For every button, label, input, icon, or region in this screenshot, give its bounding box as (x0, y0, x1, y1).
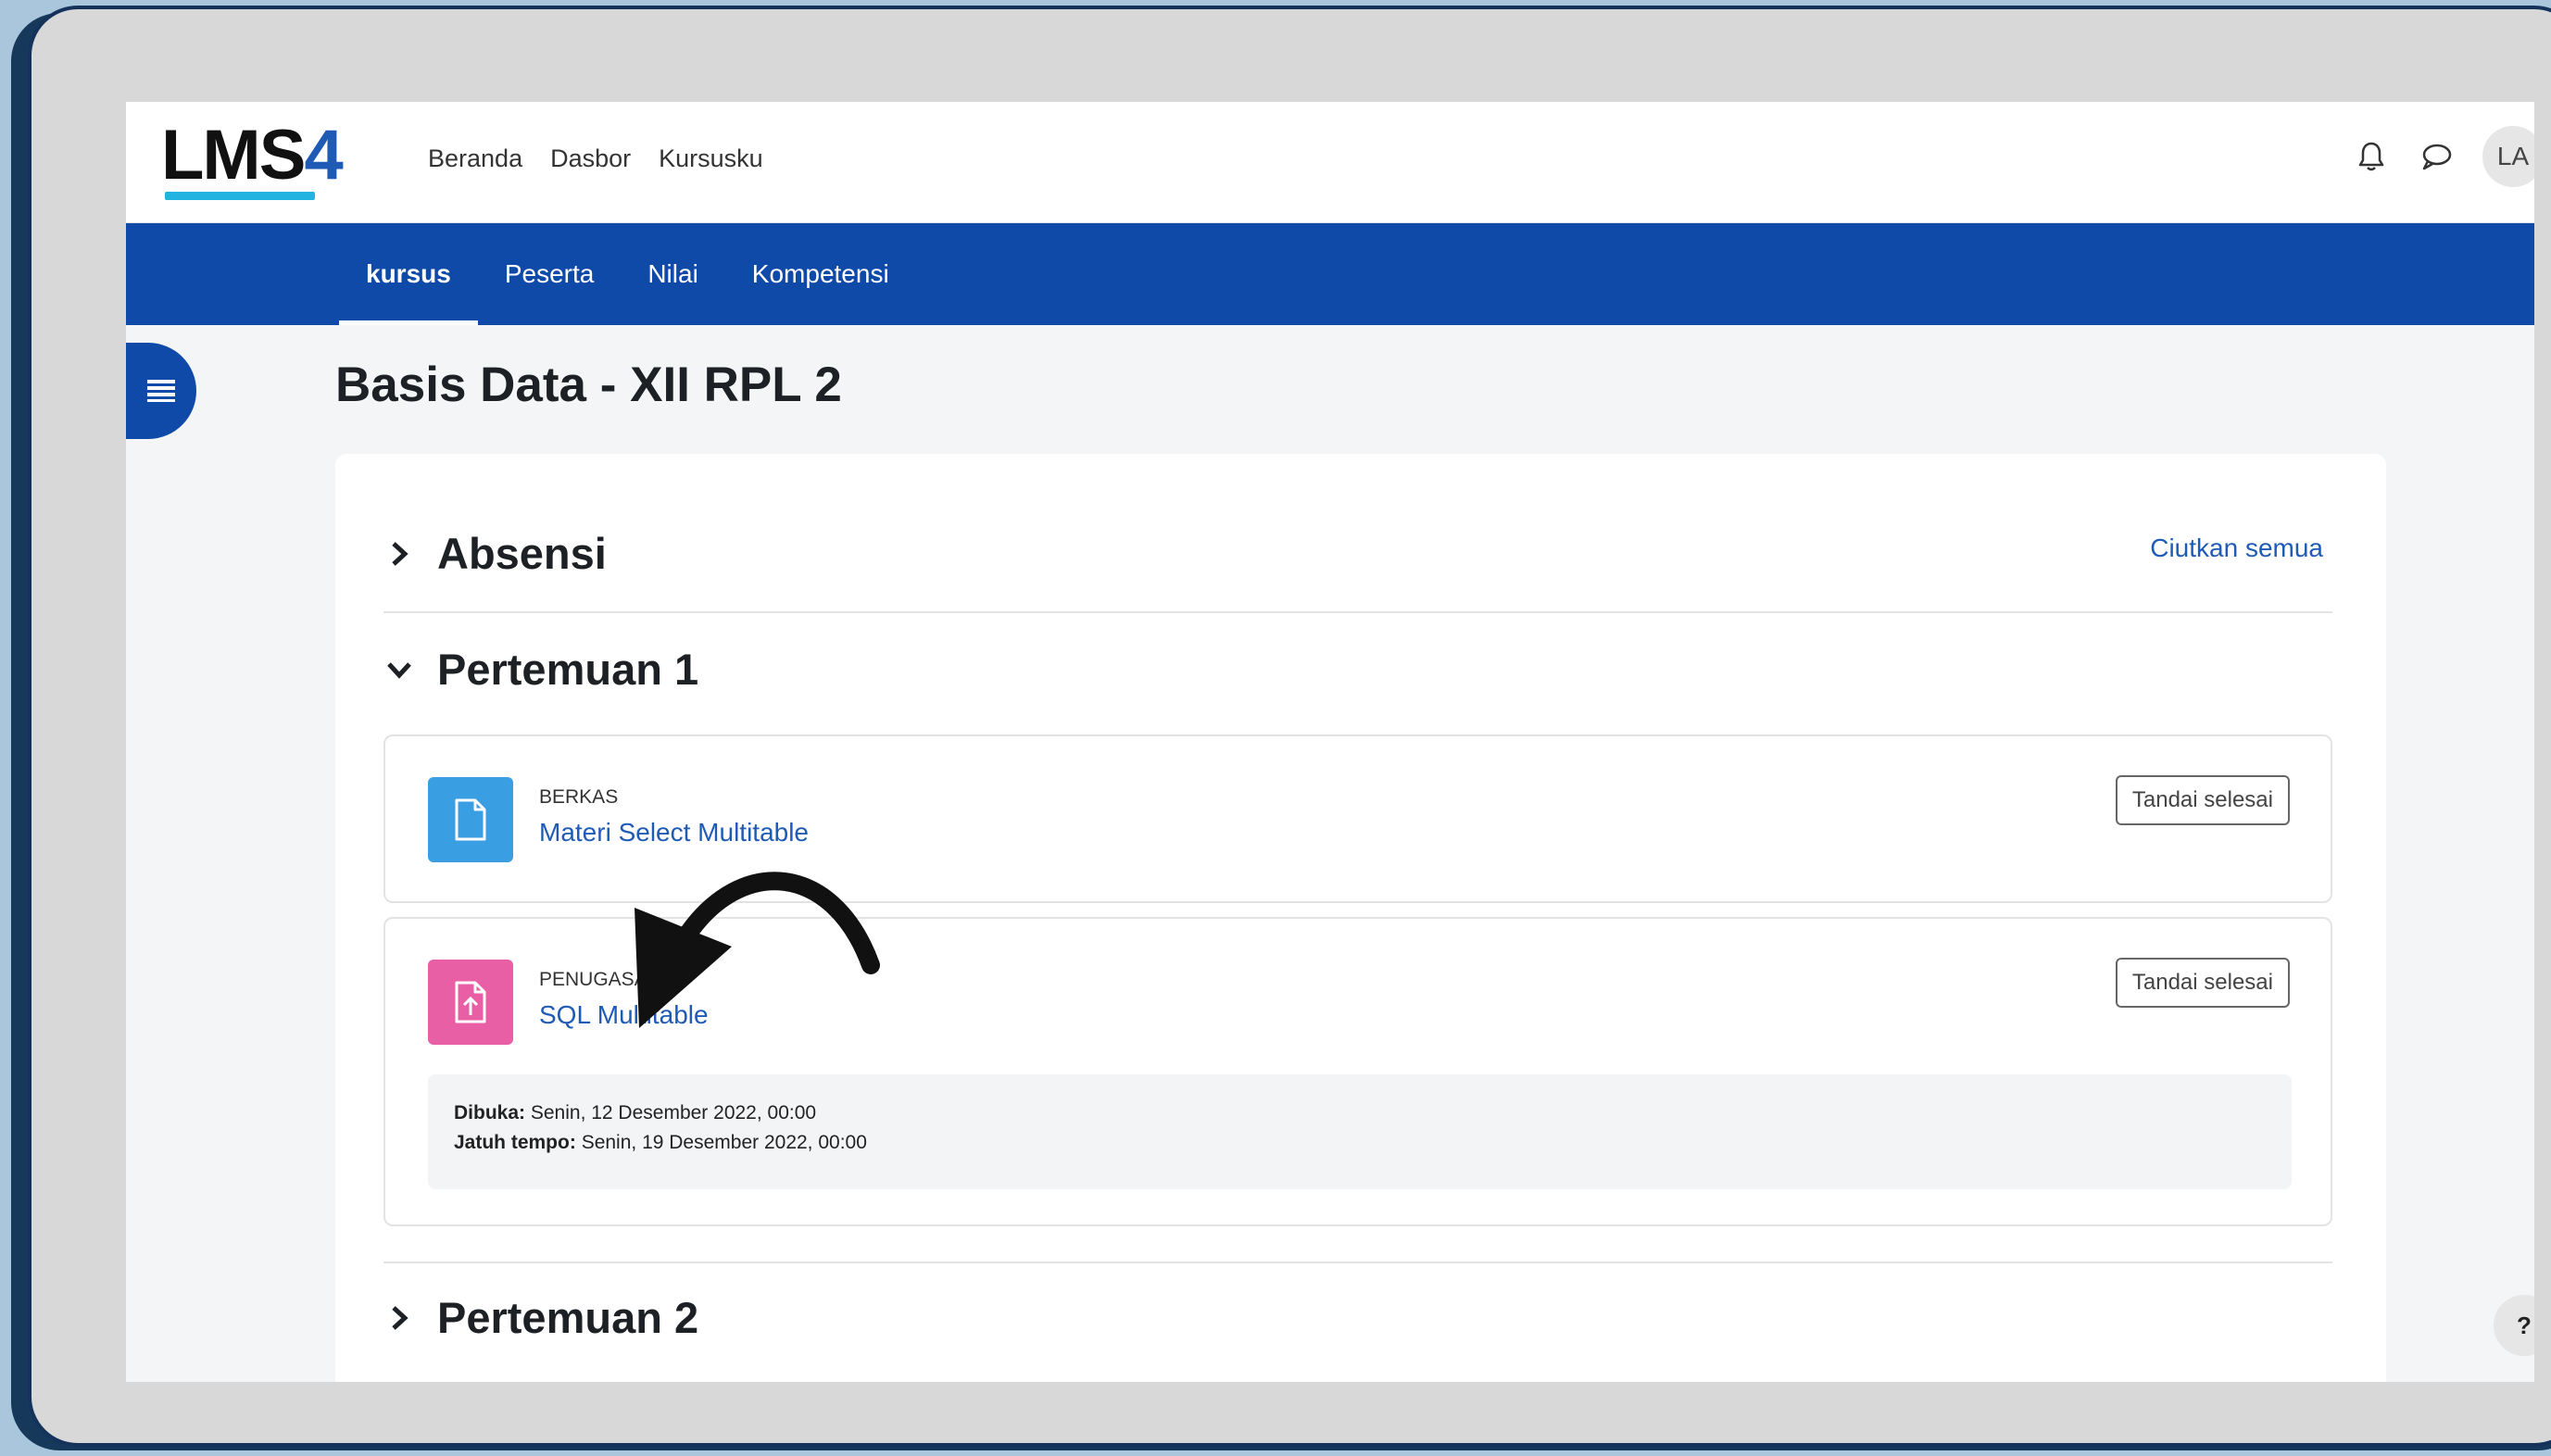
chevron-right-icon[interactable] (383, 538, 415, 570)
primary-nav: Beranda Dasbor Kursusku (428, 144, 763, 173)
nav-link-beranda[interactable]: Beranda (428, 144, 522, 173)
activity-dates: Dibuka: Senin, 12 Desember 2022, 00:00 J… (428, 1074, 2292, 1189)
collapse-all-link[interactable]: Ciutkan semua (2150, 533, 2323, 563)
file-icon (428, 777, 513, 862)
tab-nilai[interactable]: Nilai (621, 223, 724, 325)
section-divider (383, 1261, 2332, 1263)
top-navbar: LMS4 Beranda Dasbor Kursusku LA (126, 102, 2534, 223)
nav-link-dasbor[interactable]: Dasbor (550, 144, 631, 173)
notification-bell-icon[interactable] (2353, 138, 2390, 175)
messages-chat-icon[interactable] (2418, 138, 2455, 175)
course-index-drawer-button[interactable] (126, 343, 196, 439)
section-title-absensi[interactable]: Absensi (437, 528, 607, 579)
due-label: Jatuh tempo: (454, 1132, 576, 1153)
logo-number: 4 (304, 116, 343, 195)
page-title: Basis Data - XII RPL 2 (335, 358, 842, 412)
tab-peserta[interactable]: Peserta (478, 223, 622, 325)
tab-kursus[interactable]: kursus (339, 223, 478, 325)
logo-text: LMS (161, 116, 306, 195)
site-logo[interactable]: LMS4 (161, 117, 365, 200)
browser-screen: LMS4 Beranda Dasbor Kursusku LA kursus P… (126, 102, 2534, 1382)
section-divider (383, 611, 2332, 613)
mark-done-button[interactable]: Tandai selesai (2115, 958, 2290, 1008)
help-button[interactable]: ? (2494, 1295, 2534, 1356)
chevron-down-icon[interactable] (383, 654, 415, 685)
user-nav: LA (2353, 126, 2534, 187)
chevron-right-icon[interactable] (383, 1302, 415, 1334)
curved-arrow-icon (635, 872, 880, 1028)
opened-value: Senin, 12 Desember 2022, 00:00 (530, 1102, 817, 1123)
due-value: Senin, 19 Desember 2022, 00:00 (581, 1132, 867, 1153)
course-secondary-nav: kursus Peserta Nilai Kompetensi (126, 223, 2534, 325)
tablet-frame: LMS4 Beranda Dasbor Kursusku LA kursus P… (28, 6, 2551, 1447)
logo-underline (165, 192, 315, 200)
section-pertemuan-1[interactable]: Pertemuan 1 (383, 644, 698, 695)
section-absensi[interactable]: Absensi (383, 528, 607, 579)
section-title-pertemuan-1[interactable]: Pertemuan 1 (437, 644, 698, 695)
section-pertemuan-2[interactable]: Pertemuan 2 (383, 1292, 698, 1343)
user-avatar[interactable]: LA (2482, 126, 2534, 187)
nav-link-kursusku[interactable]: Kursusku (659, 144, 763, 173)
opened-date: Dibuka: Senin, 12 Desember 2022, 00:00 (454, 1102, 816, 1124)
section-title-pertemuan-2[interactable]: Pertemuan 2 (437, 1292, 698, 1343)
mark-done-button[interactable]: Tandai selesai (2115, 775, 2290, 825)
tab-kompetensi[interactable]: Kompetensi (725, 223, 916, 325)
assignment-upload-icon (428, 960, 513, 1045)
list-icon (147, 380, 175, 402)
due-date: Jatuh tempo: Senin, 19 Desember 2022, 00… (454, 1132, 867, 1154)
opened-label: Dibuka: (454, 1102, 526, 1123)
